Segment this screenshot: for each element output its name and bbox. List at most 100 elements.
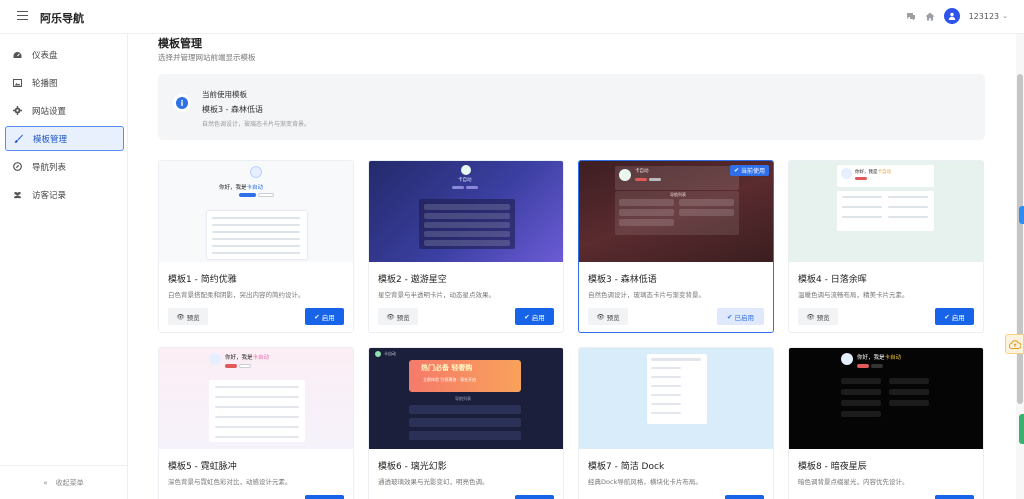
template-description: 星空背景与半透明卡片，动态星点效果。: [378, 291, 495, 299]
apply-button[interactable]: ✔启用: [935, 308, 974, 325]
sidebar-item-carousel[interactable]: 轮播图: [5, 70, 124, 95]
template-name: 模板3 - 森林低语: [588, 275, 657, 285]
template-thumbnail: 卡自动 热门必备 轻奢购 立即体验 引领潮流 · 现在开启 导航列表: [369, 348, 563, 449]
template-thumbnail: [579, 348, 773, 449]
hamburger-menu-icon[interactable]: [17, 11, 28, 20]
sidebar-item-template-management[interactable]: 模板管理: [5, 126, 124, 151]
sidebar-item-site-settings[interactable]: 网站设置: [5, 98, 124, 123]
app-title: 阿乐导航: [40, 12, 84, 25]
users-icon: [13, 190, 22, 199]
top-bar: 阿乐导航 123123 ⌄: [0, 0, 1024, 34]
eye-icon: 👁: [176, 312, 185, 321]
template-description: 通透玻璃效果与光影变幻，明亮色调。: [378, 478, 489, 486]
sidebar: 仪表盘 轮播图 网站设置 模板管理 导航列表 访客记录 « 收起菜单: [0, 34, 128, 499]
info-icon: i: [173, 94, 191, 112]
sidebar-item-dashboard[interactable]: 仪表盘: [5, 42, 124, 67]
sidebar-item-nav-list[interactable]: 导航列表: [5, 154, 124, 179]
template-name: 模板2 - 遨游星空: [378, 275, 447, 285]
apply-button[interactable]: ✔启用: [305, 308, 344, 325]
template-card-5[interactable]: 你好，我是卡自动 模板5 - 霓虹脉冲 深色背景与霓虹色彩对比，动感设计元素。 …: [158, 347, 354, 499]
template-description: 深色背景与霓虹色彩对比，动感设计元素。: [168, 478, 292, 486]
template-card-7[interactable]: 模板7 - 简洁 Dock 经典Dock导航风格，横块化卡片布局。 ✔启用: [578, 347, 774, 499]
apply-button[interactable]: ✔启用: [725, 495, 764, 499]
template-description: 经典Dock导航风格，横块化卡片布局。: [588, 478, 702, 486]
thumb-name: 卡自动: [877, 170, 892, 175]
template-card-4[interactable]: 你好，我是卡自动 模板4 - 日落余晖 温暖色调与流畅布局，精美卡片元素。 👁 预…: [788, 160, 984, 333]
preview-button[interactable]: 👁 预览: [588, 308, 628, 325]
thumb-name: 卡自动: [246, 185, 264, 191]
apply-label: 启用: [531, 313, 545, 322]
sidebar-item-label: 仪表盘: [32, 50, 58, 61]
double-chevron-left-icon: «: [43, 478, 48, 487]
chat-icon[interactable]: [906, 11, 916, 21]
thumb-name: 卡自动: [252, 355, 270, 361]
eye-icon: 👁: [386, 312, 395, 321]
apply-label: 启用: [951, 313, 965, 322]
template-thumbnail: 你好，我是卡自动: [789, 348, 983, 449]
thumb-greeting: 你好，我是: [225, 355, 253, 361]
preview-button[interactable]: 👁 预览: [798, 308, 838, 325]
sidebar-item-visitor-logs[interactable]: 访客记录: [5, 182, 124, 207]
avatar[interactable]: [943, 8, 960, 24]
template-card-6[interactable]: 卡自动 热门必备 轻奢购 立即体验 引领潮流 · 现在开启 导航列表 模板6 -…: [368, 347, 564, 499]
preview-button[interactable]: 👁 预览: [168, 308, 208, 325]
template-description: 自然色调设计，玻璃态卡片与渐变背景。: [588, 291, 705, 299]
check-icon: ✔: [733, 167, 739, 174]
scrollbar-thumb[interactable]: [1017, 74, 1023, 404]
current-badge: ✔ 当前使用: [729, 165, 769, 176]
sidebar-item-label: 轮播图: [32, 78, 58, 89]
floating-side-tab-green[interactable]: [1019, 414, 1024, 444]
apply-button[interactable]: ✔启用: [515, 495, 554, 499]
banner-heading: 当前使用模板: [202, 90, 247, 99]
template-description: 白色背景搭配柔和阴影，突出内容的简约设计。: [168, 291, 305, 299]
sidebar-item-label: 模板管理: [33, 134, 68, 145]
collapse-menu-label: 收起菜单: [55, 478, 84, 487]
apply-button[interactable]: ✔启用: [515, 308, 554, 325]
in-use-button: ✔ 已启用: [717, 308, 764, 325]
thumb-greeting: 你好，我是: [857, 355, 885, 361]
username[interactable]: 123123: [969, 12, 1000, 21]
page-title: 模板管理: [158, 37, 202, 50]
template-name: 模板1 - 简约优雅: [168, 275, 237, 285]
template-thumbnail: 卡自动 导航列表 ✔ 当前使用: [579, 161, 773, 262]
template-thumbnail: 卡自动: [369, 161, 563, 262]
eye-icon: 👁: [596, 312, 605, 321]
gear-icon: [13, 106, 22, 115]
header-actions: 123123 ⌄: [906, 8, 1008, 24]
preview-label: 预览: [606, 313, 620, 322]
template-card-1[interactable]: 你好，我是卡自动 模板1 - 简约优雅 白色背景搭配柔和阴影，突出内容的简约设计…: [158, 160, 354, 333]
image-icon: [13, 78, 22, 87]
template-name: 模板6 - 璃光幻影: [378, 462, 447, 472]
floating-side-tab[interactable]: [1019, 206, 1024, 224]
cloud-icon[interactable]: [1005, 334, 1024, 354]
check-icon: ✔: [314, 312, 320, 321]
check-icon: ✔: [944, 312, 950, 321]
compass-icon: [13, 162, 22, 171]
preview-label: 预览: [186, 313, 200, 322]
template-card-2[interactable]: 卡自动 模板2 - 遨游星空 星空背景与半透明卡片，动态星点效果。 👁 预览 ✔ 启…: [368, 160, 564, 333]
check-circle-icon: ✔: [727, 312, 733, 321]
preview-label: 预览: [816, 313, 830, 322]
thumb-promo-sub: 立即体验 引领潮流 · 现在开启: [423, 377, 477, 382]
current-template-banner: i 当前使用模板 模板3 - 森林低语 自然色调设计，玻璃态卡片与渐变背景。: [158, 74, 985, 140]
thumb-section: 导航列表: [670, 192, 686, 197]
collapse-menu-button[interactable]: « 收起菜单: [0, 465, 127, 499]
thumb-brand: 卡自动: [384, 351, 396, 356]
thumb-greeting: 你好，我是: [855, 170, 878, 175]
thumb-greeting: 你好，我是: [219, 185, 247, 191]
template-card-8[interactable]: 你好，我是卡自动 模板8 - 暗夜星辰 暗色调背景点缀星光，内容优先设计。 ✔启…: [788, 347, 984, 499]
chevron-down-icon[interactable]: ⌄: [1002, 12, 1008, 20]
banner-current-template: 模板3 - 森林低语: [202, 105, 264, 114]
template-thumbnail: 你好，我是卡自动: [159, 348, 353, 449]
apply-button[interactable]: ✔启用: [305, 495, 344, 499]
banner-description: 自然色调设计，玻璃态卡片与渐变背景。: [202, 121, 311, 128]
sidebar-item-label: 网站设置: [32, 106, 67, 117]
thumb-brand: 卡自动: [458, 178, 472, 183]
apply-button[interactable]: ✔启用: [935, 495, 974, 499]
preview-button[interactable]: 👁 预览: [378, 308, 418, 325]
template-name: 模板5 - 霓虹脉冲: [168, 462, 237, 472]
template-description: 温暖色调与流畅布局，精美卡片元素。: [798, 291, 909, 299]
template-card-3[interactable]: 卡自动 导航列表 ✔ 当前使用 模板3 - 森林低语 自然色调设计，玻璃态卡片与渐…: [578, 160, 774, 333]
home-icon[interactable]: [925, 11, 935, 21]
in-use-label: 已启用: [734, 313, 754, 322]
